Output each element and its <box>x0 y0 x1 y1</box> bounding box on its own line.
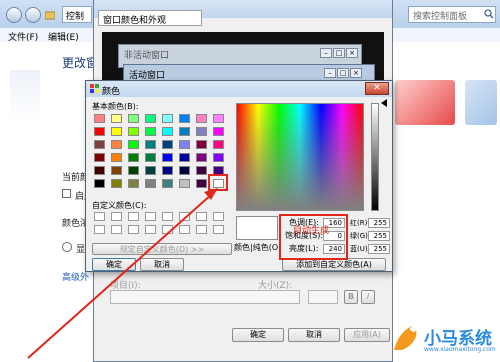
annotation-arrow <box>27 188 218 359</box>
horse-logo-icon <box>394 326 417 350</box>
watermark: 小马系统 www.xiaomaxitong.com <box>390 314 500 362</box>
watermark-url: www.xiaomaxitong.com <box>424 346 496 353</box>
